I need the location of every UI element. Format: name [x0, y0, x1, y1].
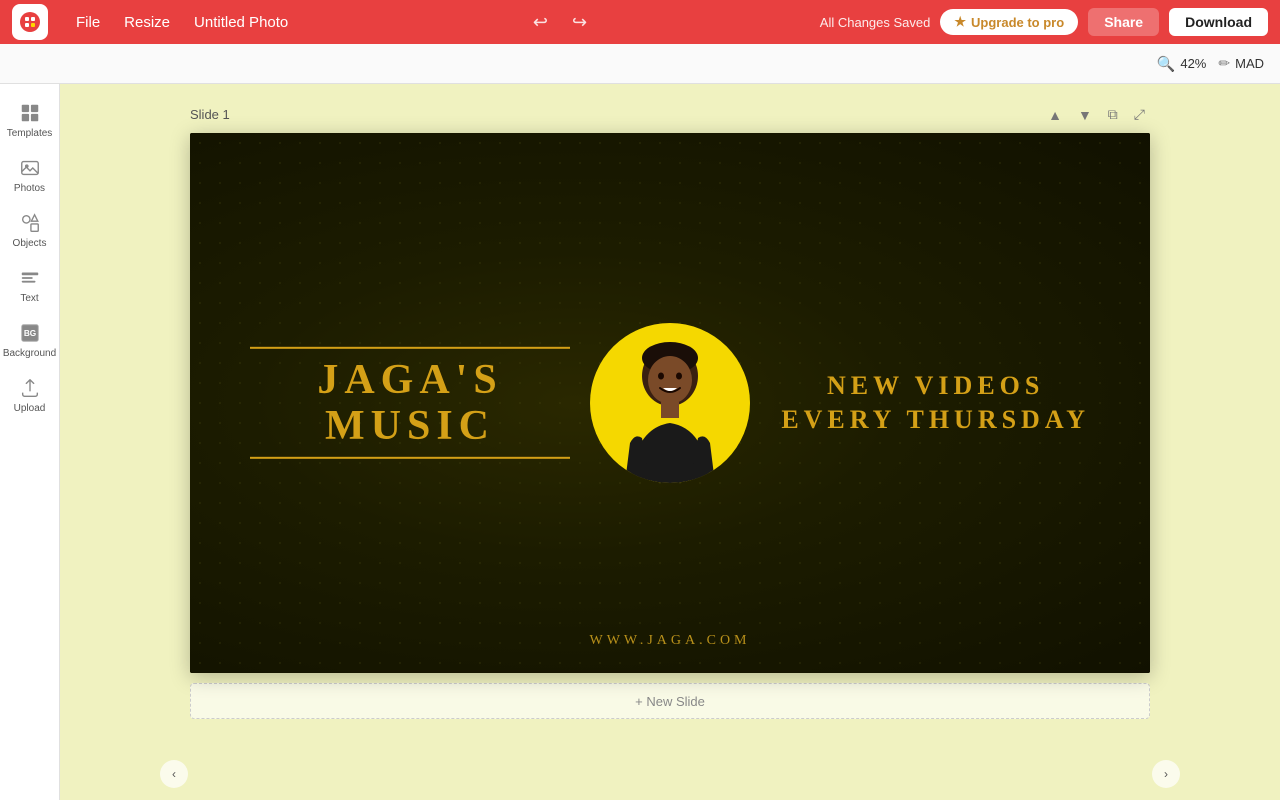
slide-nav-left[interactable]: ‹: [160, 760, 188, 788]
slide-canvas[interactable]: JAGA'S MUSIC: [190, 133, 1150, 673]
canvas-area: Slide 1 ▲ ▼ ⧉ ⤢ JAGA'S MUSIC: [60, 84, 1280, 800]
avatar-person: [605, 338, 735, 483]
sidebar-item-objects[interactable]: Objects: [3, 204, 57, 255]
slide-avatar-container[interactable]: [590, 323, 750, 483]
saved-status: All Changes Saved: [820, 15, 931, 30]
download-button[interactable]: Download: [1169, 8, 1268, 36]
slide-duplicate-button[interactable]: ⧉: [1103, 104, 1123, 125]
zoom-control[interactable]: 🔍 42%: [1157, 55, 1207, 73]
grid-icon: [19, 102, 41, 124]
new-slide-bar[interactable]: + New Slide: [190, 683, 1150, 719]
slide-nav-right[interactable]: ›: [1152, 760, 1180, 788]
undo-button[interactable]: ↩: [525, 8, 556, 37]
app-logo: [12, 4, 48, 40]
star-icon: ★: [954, 14, 966, 30]
slide-up-button[interactable]: ▲: [1043, 105, 1067, 125]
slide-label: Slide 1: [190, 107, 230, 122]
share-button[interactable]: Share: [1088, 8, 1159, 36]
upload-icon: [19, 377, 41, 399]
pencil-icon: ✏: [1218, 55, 1230, 72]
objects-icon: [19, 212, 41, 234]
slide-url[interactable]: WWW.JAGA.COM: [589, 633, 750, 649]
upgrade-button[interactable]: ★ Upgrade to pro: [940, 9, 1078, 35]
sidebar-item-templates[interactable]: Templates: [3, 94, 57, 145]
sidebar-item-background[interactable]: BG Background: [3, 314, 57, 365]
zoom-value: 42%: [1180, 56, 1206, 71]
sidebar-item-upload[interactable]: Upload: [3, 369, 57, 420]
topbar-center: ↩ ↪: [300, 8, 820, 37]
text-label: Text: [20, 293, 38, 304]
slide-right-line1: NEW VIDEOS EVERY THURSDAY: [781, 369, 1090, 437]
templates-label: Templates: [7, 128, 53, 139]
objects-label: Objects: [13, 238, 47, 249]
sidebar: Templates Photos Objects T: [0, 84, 60, 800]
topbar-right: All Changes Saved ★ Upgrade to pro Share…: [820, 8, 1268, 36]
slide-controls: ▲ ▼ ⧉ ⤢: [1043, 104, 1150, 125]
redo-button[interactable]: ↪: [564, 8, 595, 37]
slide-down-button[interactable]: ▼: [1073, 105, 1097, 125]
slide-header: Slide 1 ▲ ▼ ⧉ ⤢: [190, 104, 1150, 125]
sidebar-item-text[interactable]: Text: [3, 259, 57, 310]
document-title[interactable]: Untitled Photo: [182, 10, 300, 35]
slide-avatar-circle: [590, 323, 750, 483]
mode-label[interactable]: ✏ MAD: [1218, 55, 1264, 72]
resize-menu[interactable]: Resize: [112, 10, 182, 35]
sidebar-item-photos[interactable]: Photos: [3, 149, 57, 200]
upload-label: Upload: [14, 403, 46, 414]
background-label: Background: [3, 348, 56, 359]
slide-expand-button[interactable]: ⤢: [1129, 104, 1150, 125]
file-menu[interactable]: File: [64, 10, 112, 35]
mad-text: MAD: [1235, 56, 1264, 71]
zoombar: 🔍 42% ✏ MAD: [0, 44, 1280, 84]
zoom-icon: 🔍: [1157, 55, 1176, 73]
topbar: File Resize Untitled Photo ↩ ↪ All Chang…: [0, 0, 1280, 44]
slide-main-title[interactable]: JAGA'S MUSIC: [250, 347, 570, 459]
svg-text:BG: BG: [23, 329, 35, 338]
photos-label: Photos: [14, 183, 45, 194]
slide-right-text: NEW VIDEOS EVERY THURSDAY: [781, 369, 1090, 437]
text-icon: [19, 267, 41, 289]
slide-left-text: JAGA'S MUSIC: [250, 347, 570, 459]
background-icon: BG: [19, 322, 41, 344]
main-layout: Templates Photos Objects T: [0, 84, 1280, 800]
photos-icon: [19, 157, 41, 179]
